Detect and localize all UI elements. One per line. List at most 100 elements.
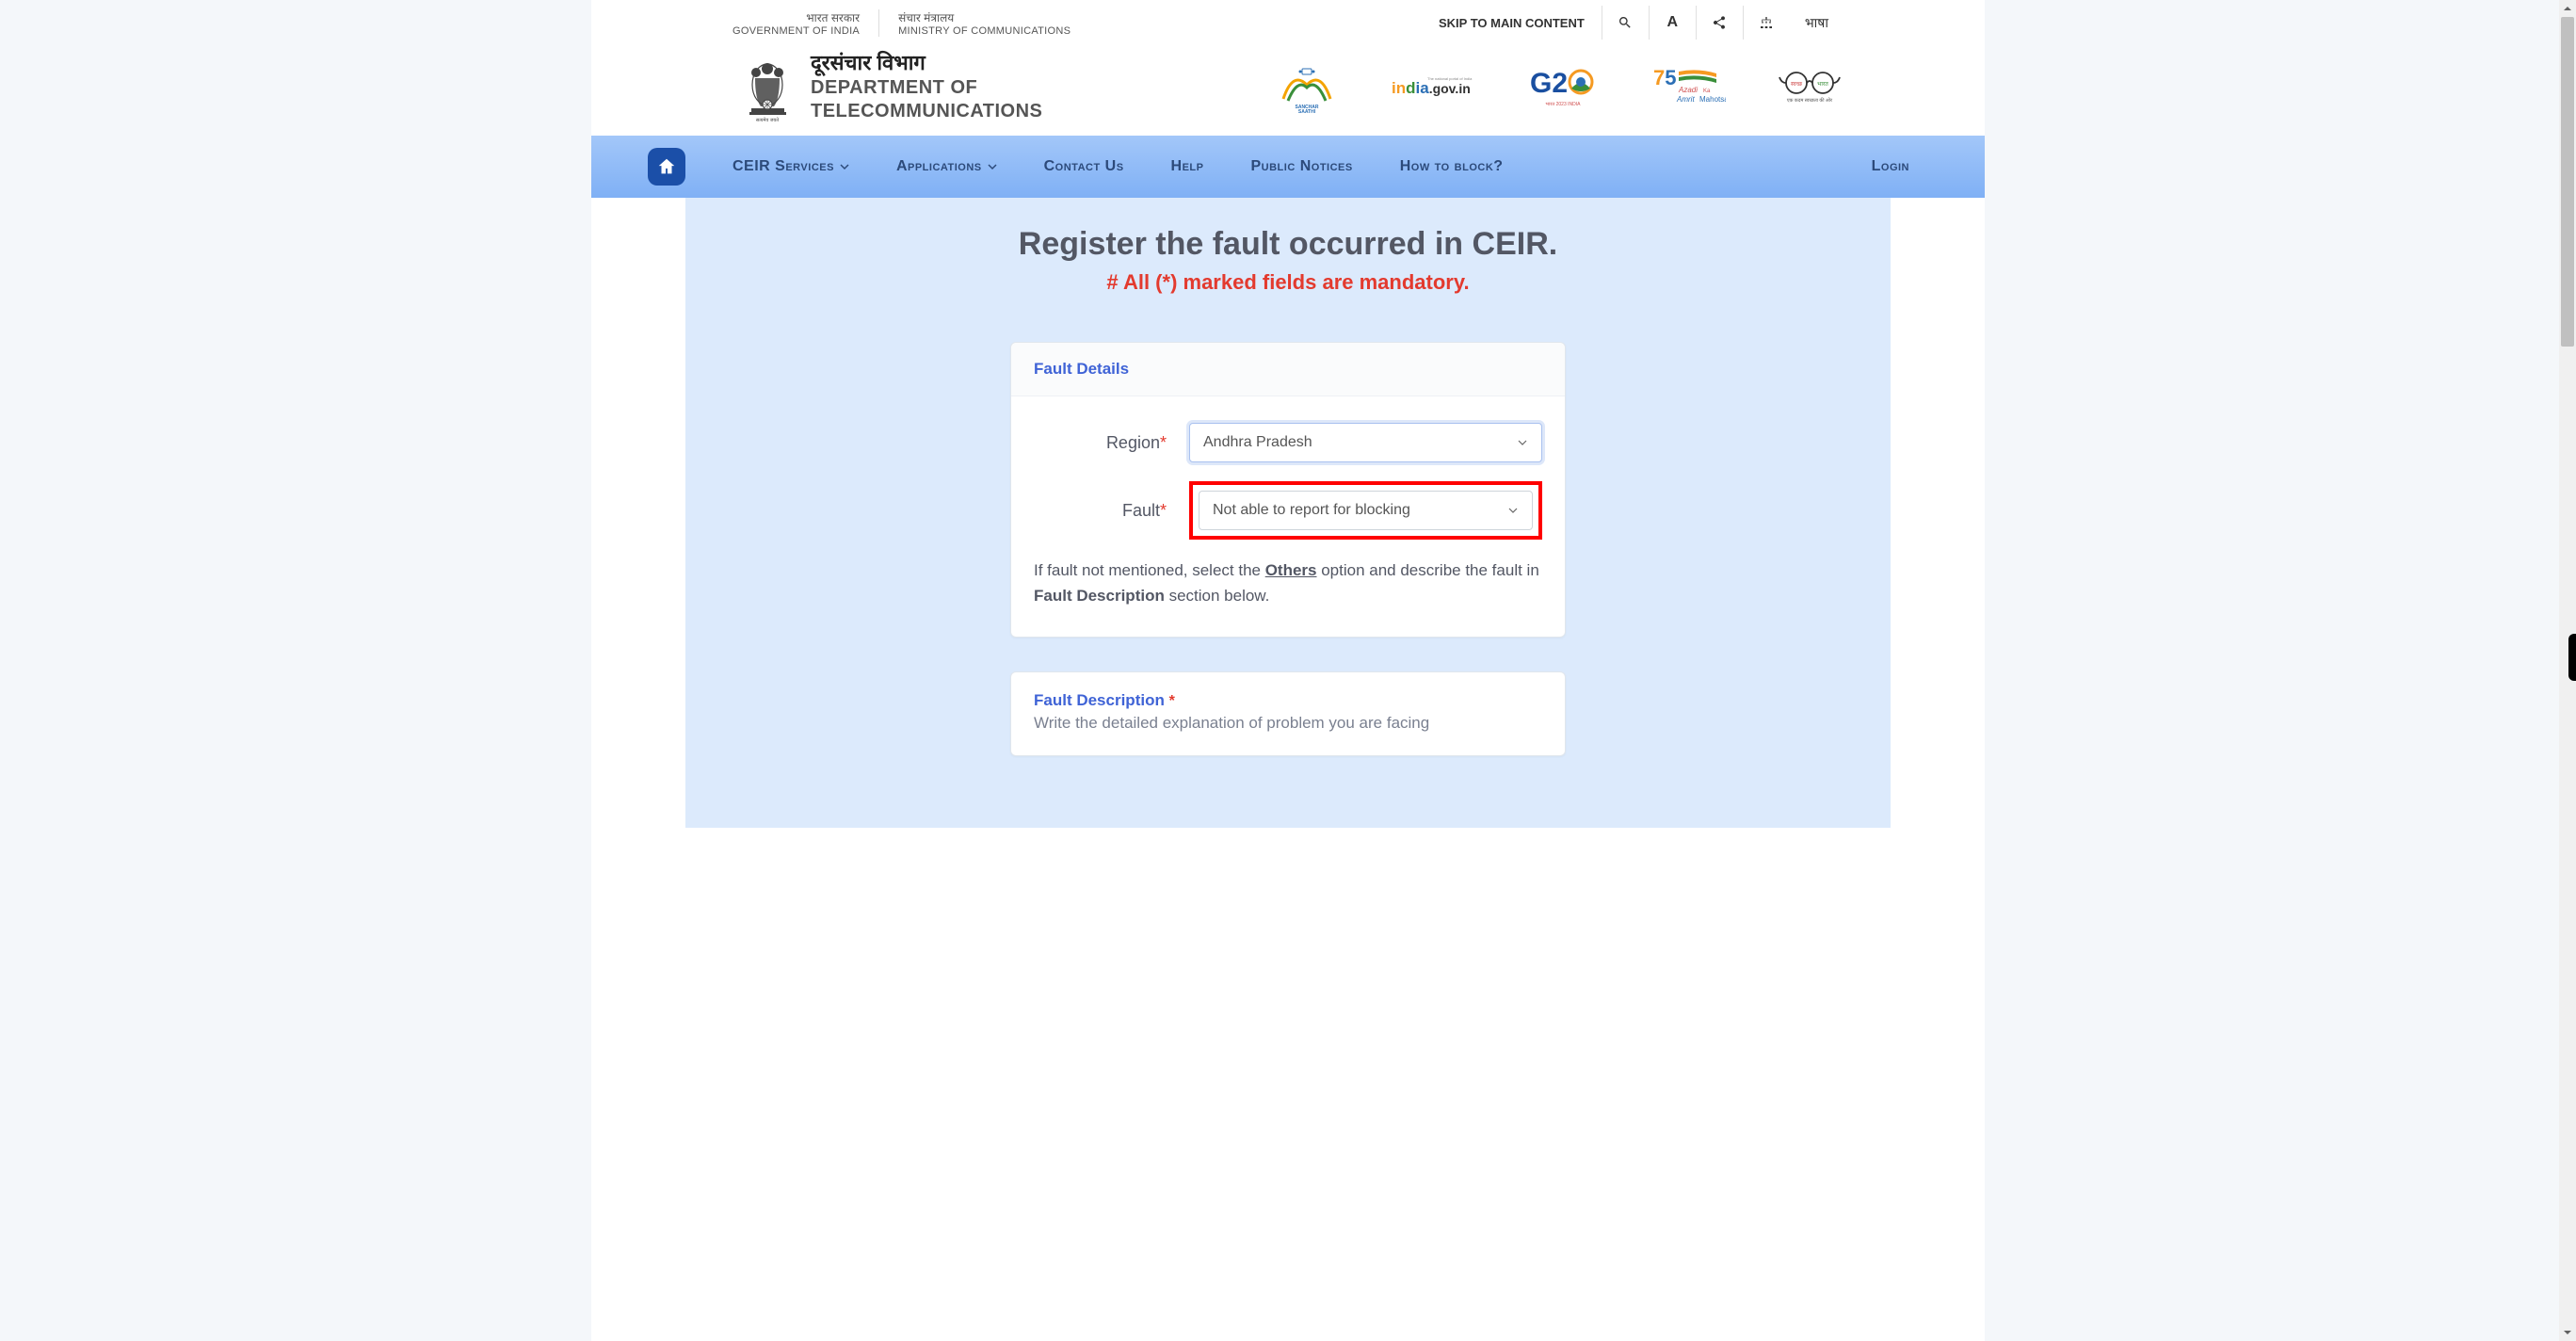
top-bar-right: SKIP TO MAIN CONTENT A भाषा bbox=[1422, 6, 1843, 40]
font-size-button[interactable]: A bbox=[1649, 6, 1696, 40]
nav-help[interactable]: Help bbox=[1171, 158, 1204, 175]
top-bar: भारत सरकार GOVERNMENT OF INDIA संचार मंत… bbox=[591, 0, 1985, 41]
svg-text:india.gov.in: india.gov.in bbox=[1392, 79, 1471, 97]
svg-text:सत्यमेव जयते: सत्यमेव जयते bbox=[756, 117, 779, 122]
language-selector[interactable]: भाषा bbox=[1790, 14, 1843, 32]
chevron-down-icon bbox=[1517, 437, 1528, 448]
nav-menu: CEIR Services Applications Contact Us He… bbox=[733, 158, 1872, 175]
nav-item-label: Applications bbox=[896, 158, 982, 175]
skip-to-main-link[interactable]: SKIP TO MAIN CONTENT bbox=[1422, 8, 1602, 38]
fault-details-card: Fault Details Region* Andhra Pradesh bbox=[1010, 342, 1566, 638]
svg-text:Amrit: Amrit bbox=[1676, 95, 1695, 104]
svg-text:Mahotsav: Mahotsav bbox=[1699, 95, 1726, 104]
page-title: Register the fault occurred in CEIR. bbox=[685, 226, 1891, 263]
nav-item-label: CEIR Services bbox=[733, 158, 834, 175]
others-link[interactable]: Others bbox=[1265, 561, 1317, 579]
required-star: * bbox=[1160, 433, 1167, 452]
fault-select[interactable]: Not able to report for blocking bbox=[1199, 491, 1533, 530]
chevron-down-icon bbox=[988, 162, 997, 171]
nav-item-label: Help bbox=[1171, 158, 1204, 175]
scroll-down-button[interactable] bbox=[2559, 1324, 2576, 1341]
india-gov-logo[interactable]: india.gov.in The national portal of Indi… bbox=[1392, 63, 1476, 110]
svg-text:एक कदम स्वच्छता की ओर: एक कदम स्वच्छता की ओर bbox=[1787, 97, 1833, 104]
fault-row: Fault* Not able to report for blocking bbox=[1034, 491, 1542, 530]
card-body: Region* Andhra Pradesh Fault* bbox=[1011, 396, 1565, 637]
fault-description-ref: Fault Description bbox=[1034, 587, 1165, 605]
region-select[interactable]: Andhra Pradesh bbox=[1189, 423, 1542, 462]
fault-description-title: Fault Description bbox=[1034, 691, 1169, 709]
azadi-mahotsav-logo[interactable]: 75 Azadi Ka Amrit Mahotsav bbox=[1650, 63, 1726, 110]
svg-text:भारत 2023 INDIA: भारत 2023 INDIA bbox=[1546, 102, 1582, 107]
sanchar-saathi-logo[interactable]: SANCHAR SAATHI bbox=[1274, 63, 1340, 110]
side-feedback-tab[interactable] bbox=[2568, 634, 2576, 681]
fault-description-card: Fault Description * Write the detailed e… bbox=[1010, 671, 1566, 756]
required-star: * bbox=[1169, 693, 1175, 709]
login-link[interactable]: Login bbox=[1872, 158, 1909, 175]
region-label: Region* bbox=[1034, 433, 1189, 453]
gov-eng: GOVERNMENT OF INDIA bbox=[733, 25, 860, 37]
g20-logo[interactable]: G2 भारत 2023 INDIA bbox=[1528, 63, 1599, 110]
home-icon bbox=[656, 156, 677, 177]
nav-how-to-block[interactable]: How to block? bbox=[1400, 158, 1504, 175]
fault-value: Not able to report for blocking bbox=[1213, 502, 1410, 519]
svg-text:G2: G2 bbox=[1530, 68, 1568, 99]
svg-text:भारत: भारत bbox=[1817, 82, 1828, 88]
content-area: Register the fault occurred in CEIR. # A… bbox=[685, 198, 1891, 828]
card-header: Fault Details bbox=[1011, 343, 1565, 396]
nav-ceir-services[interactable]: CEIR Services bbox=[733, 158, 849, 175]
search-button[interactable] bbox=[1602, 6, 1649, 40]
brand-text: दूरसंचार विभाग DEPARTMENT OF TELECOMMUNI… bbox=[811, 51, 1042, 122]
region-value: Andhra Pradesh bbox=[1203, 434, 1312, 451]
fault-hint-text: If fault not mentioned, select the Other… bbox=[1034, 558, 1542, 608]
nav-item-label: Contact Us bbox=[1044, 158, 1124, 175]
svg-text:75: 75 bbox=[1653, 66, 1677, 89]
ministry-hindi: संचार मंत्रालय bbox=[898, 9, 1071, 25]
svg-text:स्वच्छ: स्वच्छ bbox=[1791, 82, 1803, 88]
card-header-title: Fault Details bbox=[1034, 360, 1542, 379]
nav-item-label: Public Notices bbox=[1250, 158, 1352, 175]
sitemap-icon bbox=[1759, 15, 1774, 30]
dept-name-line2: TELECOMMUNICATIONS bbox=[811, 101, 1042, 122]
chevron-up-icon bbox=[2563, 4, 2572, 13]
sitemap-button[interactable] bbox=[1743, 6, 1790, 40]
brand-block: सत्यमेव जयते दूरसंचार विभाग DEPARTMENT O… bbox=[742, 51, 1042, 122]
desc-card-body: Fault Description * Write the detailed e… bbox=[1011, 672, 1565, 755]
chevron-down-icon bbox=[1507, 505, 1519, 516]
partner-logos: SANCHAR SAATHI india.gov.in The national… bbox=[1274, 63, 1843, 110]
main-nav: CEIR Services Applications Contact Us He… bbox=[591, 136, 1985, 198]
share-icon bbox=[1712, 15, 1727, 30]
ministry-label: संचार मंत्रालय MINISTRY OF COMMUNICATION… bbox=[898, 9, 1089, 37]
region-row: Region* Andhra Pradesh bbox=[1034, 423, 1542, 462]
nav-contact-us[interactable]: Contact Us bbox=[1044, 158, 1124, 175]
search-icon bbox=[1618, 15, 1633, 30]
fault-description-hint: Write the detailed explanation of proble… bbox=[1034, 714, 1542, 733]
dept-name-hindi: दूरसंचार विभाग bbox=[811, 51, 1042, 75]
svg-text:Azadi: Azadi bbox=[1678, 86, 1698, 94]
top-bar-left: भारत सरकार GOVERNMENT OF INDIA संचार मंत… bbox=[733, 9, 1089, 37]
nav-item-label: How to block? bbox=[1400, 158, 1504, 175]
national-emblem-icon: सत्यमेव जयते bbox=[742, 52, 794, 122]
ministry-eng: MINISTRY OF COMMUNICATIONS bbox=[898, 25, 1071, 37]
chevron-down-icon bbox=[2563, 1328, 2572, 1337]
svg-text:SAATHI: SAATHI bbox=[1298, 109, 1316, 113]
home-button[interactable] bbox=[648, 148, 685, 186]
scroll-up-button[interactable] bbox=[2559, 0, 2576, 17]
fault-select-wrap: Not able to report for blocking bbox=[1189, 481, 1542, 540]
scroll-thumb[interactable] bbox=[2561, 17, 2574, 347]
nav-public-notices[interactable]: Public Notices bbox=[1250, 158, 1352, 175]
region-select-wrap: Andhra Pradesh bbox=[1189, 423, 1542, 462]
gov-hindi: भारत सरकार bbox=[733, 9, 860, 25]
required-star: * bbox=[1160, 501, 1167, 520]
dept-name-line1: DEPARTMENT OF bbox=[811, 77, 1042, 99]
nav-applications[interactable]: Applications bbox=[896, 158, 997, 175]
gov-label: भारत सरकार GOVERNMENT OF INDIA bbox=[733, 9, 879, 37]
spectacles-logo[interactable]: स्वच्छ भारत एक कदम स्वच्छता की ओर bbox=[1778, 63, 1843, 110]
header-row: सत्यमेव जयते दूरसंचार विभाग DEPARTMENT O… bbox=[591, 41, 1985, 136]
share-button[interactable] bbox=[1696, 6, 1743, 40]
svg-text:Ka: Ka bbox=[1703, 89, 1711, 94]
chevron-down-icon bbox=[840, 162, 849, 171]
section-title-row: Fault Description * bbox=[1034, 691, 1542, 710]
mandatory-note: # All (*) marked fields are mandatory. bbox=[685, 270, 1891, 295]
font-icon: A bbox=[1667, 14, 1679, 31]
fault-label: Fault* bbox=[1034, 501, 1189, 521]
